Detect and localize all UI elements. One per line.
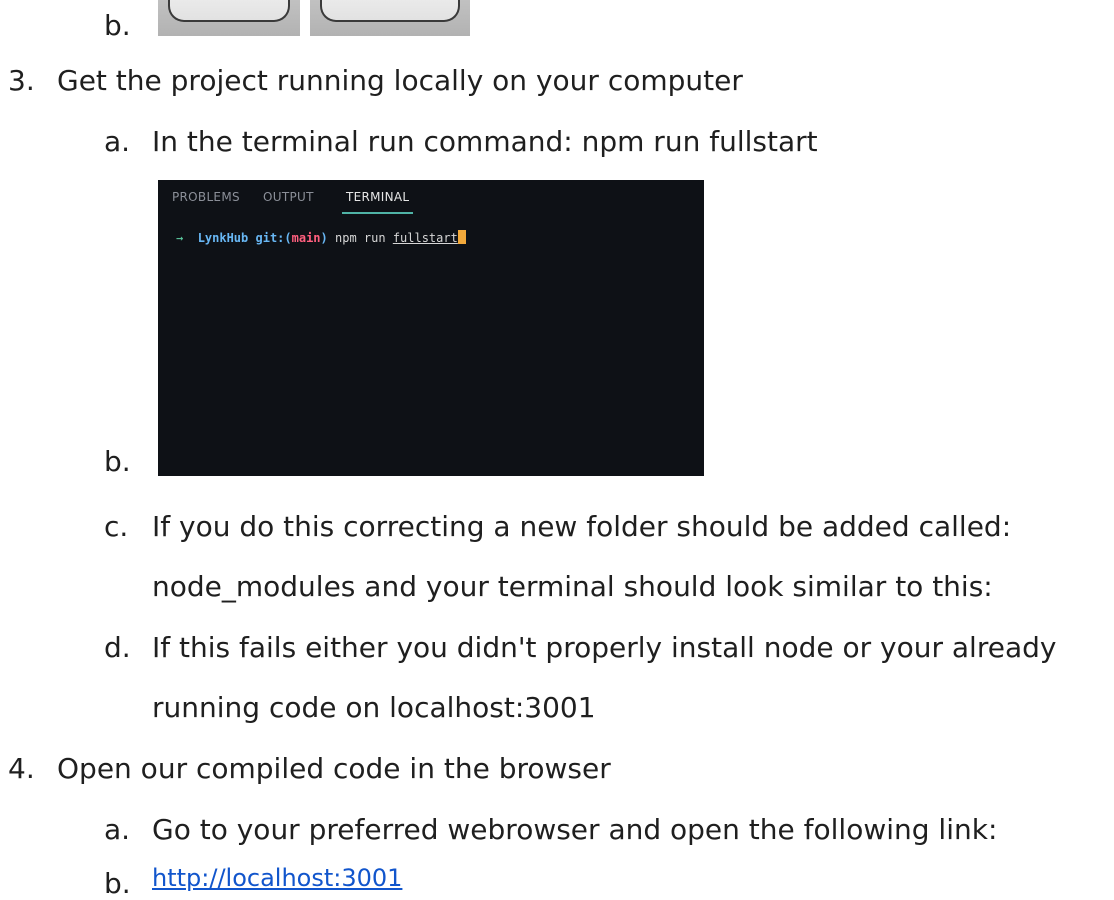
list-item-text: Go to your preferred webrowser and open … xyxy=(152,813,998,846)
list-item-text: Open our compiled code in the browser xyxy=(57,752,611,785)
list-item-text: If you do this correcting a new folder s… xyxy=(152,510,1012,543)
list-marker: 3. xyxy=(8,64,35,97)
tab-terminal: TERMINAL xyxy=(341,190,414,214)
prompt-command: npm run xyxy=(335,231,386,245)
prompt-git: git:( xyxy=(255,231,292,245)
prompt-git-close: ) xyxy=(320,231,328,245)
list-item-text-continued: running code on localhost:3001 xyxy=(152,691,596,724)
list-item-text: In the terminal run command: npm run ful… xyxy=(152,125,818,158)
list-marker: b. xyxy=(104,867,131,900)
list-item-text: If this fails either you didn't properly… xyxy=(152,631,1057,664)
list-marker: d. xyxy=(104,631,131,664)
terminal-screenshot: PROBLEMS OUTPUT TERMINAL → LynkHub git:(… xyxy=(158,180,704,476)
localhost-link[interactable]: http://localhost:3001 xyxy=(152,866,402,890)
list-item-text: Get the project running locally on your … xyxy=(57,64,743,97)
prompt-repo: LynkHub xyxy=(197,231,249,245)
terminal-prompt-line: → LynkHub git:(main) npm run fullstart xyxy=(176,230,466,245)
prompt-arrow-icon: → xyxy=(176,231,184,245)
terminal-cursor xyxy=(457,230,466,244)
list-marker: 4. xyxy=(8,752,35,785)
tab-output: OUTPUT xyxy=(263,190,314,204)
list-marker: c. xyxy=(104,510,129,543)
prompt-argument: fullstart xyxy=(392,231,458,245)
list-marker: a. xyxy=(104,813,131,846)
keycap-image-right xyxy=(310,0,470,36)
list-item-text-continued: node_modules and your terminal should lo… xyxy=(152,570,993,603)
tab-problems: PROBLEMS xyxy=(172,190,240,204)
prompt-branch: main xyxy=(291,231,321,245)
list-marker: a. xyxy=(104,125,131,158)
list-marker: b. xyxy=(104,445,131,478)
list-marker: b. xyxy=(104,9,131,42)
keycap-image-left xyxy=(158,0,300,36)
